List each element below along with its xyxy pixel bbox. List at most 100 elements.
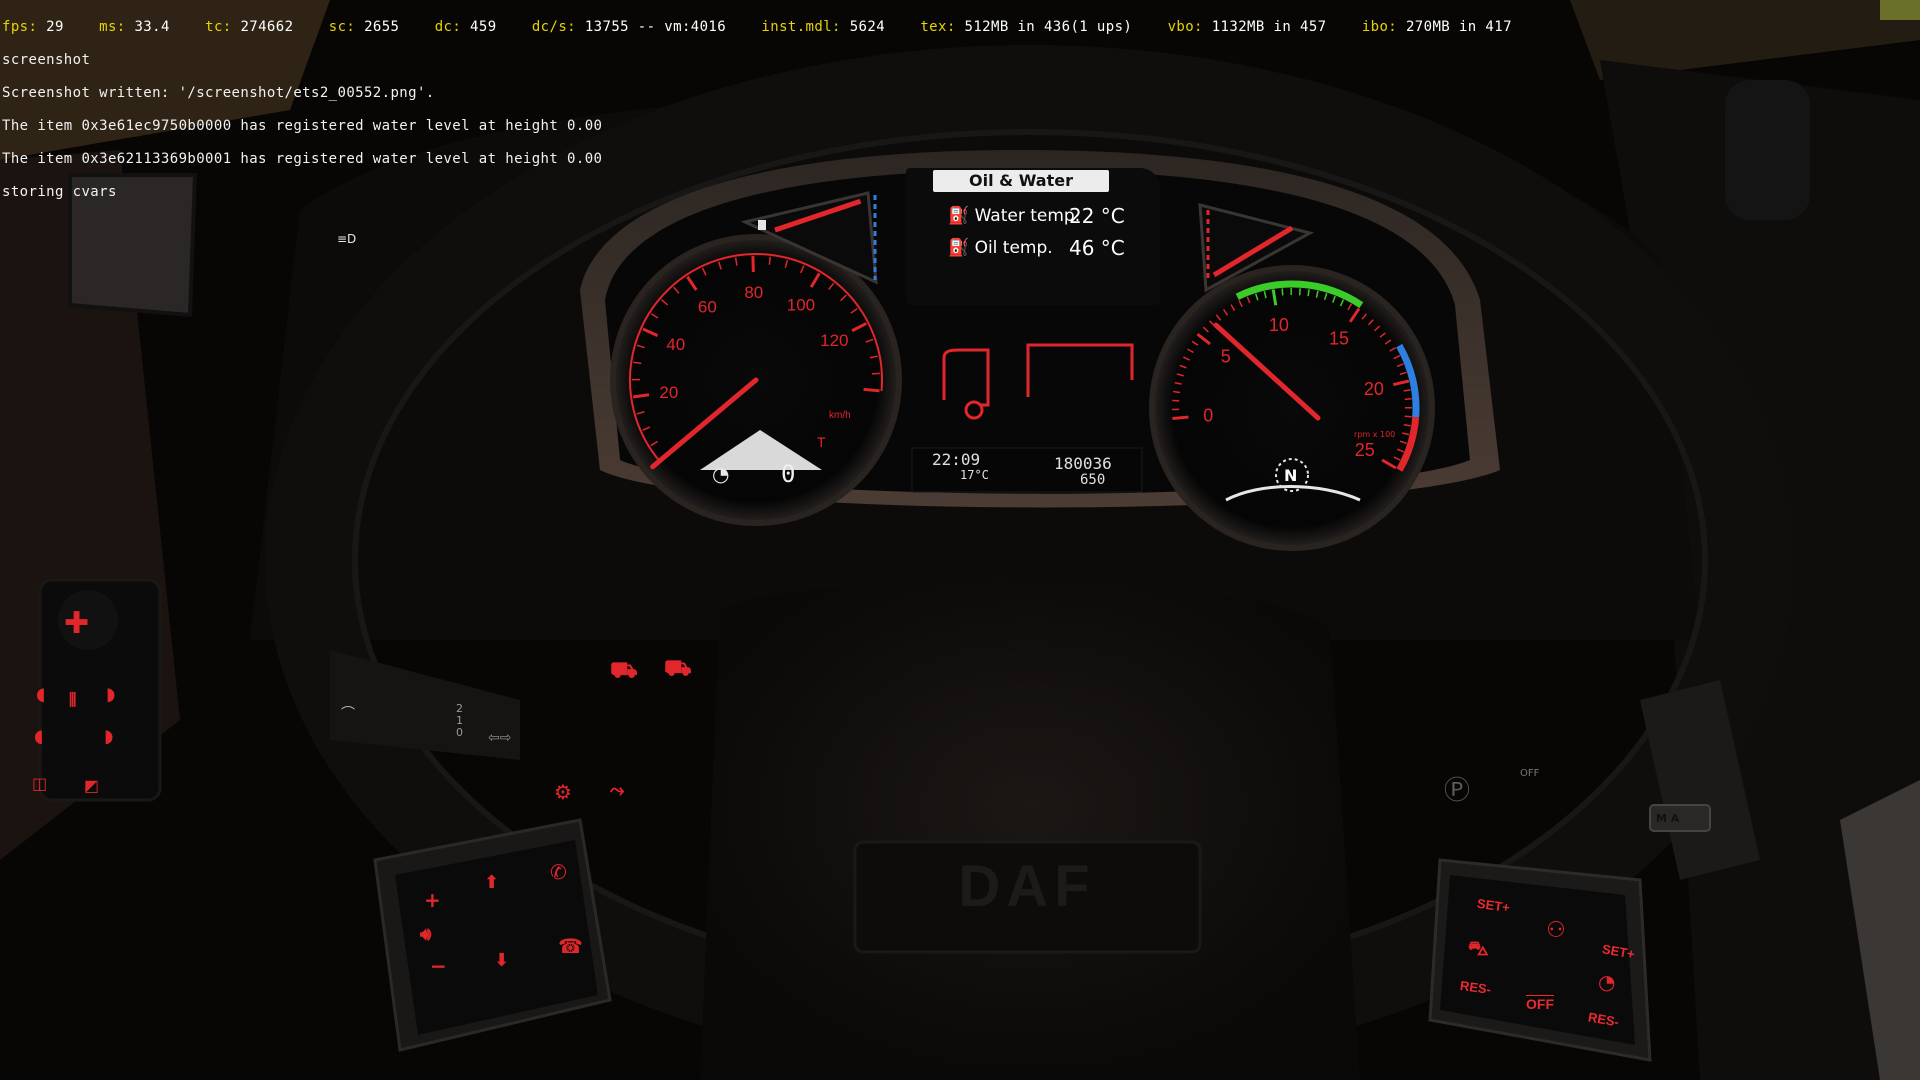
volume-speaker-icon[interactable]: 🔊︎ [420,924,431,945]
lcd-tab-title: Oil & Water [933,170,1109,192]
rpm-tick [1403,423,1411,427]
stat-value: 13755 -- vm:4016 [584,19,762,35]
stat-label: ms: [99,19,135,35]
cruise-driver-icon[interactable]: ⚇ [1546,918,1566,943]
rpm-tick [1281,288,1284,296]
stat-value: 33.4 [134,19,206,35]
tachometer: 0 5 10 15 20 25 [1149,265,1435,551]
rpm-tick [1172,415,1189,420]
mirror-adjust-icon[interactable]: ✚ [64,606,89,641]
retarder-mode-label: M A [1656,812,1680,825]
oil-temp-value: 46 °C [1069,236,1125,260]
diff-lock-icon[interactable]: ⚙ [554,780,572,804]
fuel-pump-icon [758,220,766,230]
stat-value: 29 [46,19,100,35]
stat-value: 270MB in 417 [1405,19,1512,35]
debug-stats-line: fps: 29 ms: 33.4 tc: 274662 sc: 2655 dc:… [2,19,1918,35]
speed-tick-label: 100 [787,295,815,314]
retarder-off-label: OFF [1520,768,1540,779]
trailer-icon[interactable]: ⛟ [610,658,638,686]
parking-brake-icon[interactable]: Ⓟ [1444,770,1470,807]
stat-value: 5624 [849,19,921,35]
rpm-tick-label: 15 [1329,328,1349,348]
stat-label: tex: [920,19,965,35]
stat-value: 274662 [240,19,329,35]
oil-temp-label: Oil temp. [974,238,1053,258]
rpm-tick [1403,389,1411,392]
rpm-tick-label: 0 [1203,405,1213,425]
arrow-up-button[interactable]: ⬆ [484,872,499,893]
axle-icon[interactable]: ⤳ [610,780,624,801]
speedometer: 20 40 60 80 100 120 km/h [610,234,902,526]
rpm-tick-label: 20 [1364,379,1384,399]
speed-tick [863,387,880,393]
rpm-tick-label: 10 [1269,315,1289,335]
volume-up-button[interactable]: + [424,888,441,912]
call-end-icon[interactable]: ☎ [558,934,583,958]
rpm-tick-label: 25 [1355,440,1375,460]
rpm-tick [1173,390,1181,394]
cruise-off-button[interactable]: OFF [1526,996,1554,1012]
retarder-letter: T [817,434,826,450]
trip-readout: 650 [1080,472,1106,488]
airbag-hub [700,582,1360,1080]
speed-tick [768,256,772,265]
water-temp-row: ⛽ Water temp. [948,206,1080,226]
console-line: screenshot [2,52,91,68]
speed-tick-label: 20 [659,383,678,402]
stat-value: 512MB in 436(1 ups) [964,19,1168,35]
mirror-fold-right-icon[interactable]: ◗ [104,726,113,747]
rpm-tick [1404,398,1412,401]
stat-label: sc: [328,19,365,35]
truck-lift-icon[interactable]: ⛟ [664,656,692,684]
stat-label: inst.mdl: [761,19,850,35]
stat-label: dc/s: [531,19,585,35]
speed-unit-label: km/h [829,410,851,421]
water-temp-label: Water temp. [974,206,1081,226]
mirror-fold-left-icon[interactable]: ◖ [34,726,43,747]
console-line: The item 0x3e62113369b0001 has registere… [2,151,603,167]
arrow-down-button[interactable]: ⬇ [494,950,509,971]
speed-tick-label: 120 [820,331,848,350]
wiper-speed-0: 0 [456,726,463,739]
call-accept-icon[interactable]: ✆ [550,860,567,884]
cruise-speed-icon[interactable]: ⛍ [1468,936,1489,963]
mirror-right-icon[interactable]: ◗ [106,684,115,705]
stat-label: fps: [2,19,47,35]
rpm-tick [1404,415,1412,418]
stat-value: 2655 [364,19,435,35]
stat-value: 1132MB in 457 [1211,19,1362,35]
stat-label: tc: [205,19,241,35]
heater-icon[interactable]: ⫼ [69,690,76,710]
clock-readout: 22:09 [932,450,981,469]
speed-tick-label: 80 [744,283,763,302]
rpm-unit-label: rpm x 100 [1354,430,1396,439]
outside-temp-readout: 17°C [960,468,989,482]
rpm-tick [1307,289,1310,297]
window-left-icon[interactable]: ◫ [32,774,47,793]
gear-digital-readout: 0 [781,460,796,488]
stat-label: vbo: [1167,19,1212,35]
oil-temp-row: ⛽ Oil temp. [948,238,1053,258]
daf-logo: DAF [958,854,1095,919]
speed-limiter-icon[interactable]: ◔ [1598,970,1615,994]
wiper-speed-labels: 2 1 0 [456,703,463,739]
volume-down-button[interactable]: − [430,954,447,978]
console-line: The item 0x3e61ec9750b0000 has registere… [2,118,603,134]
rpm-tick-label: 5 [1221,346,1231,366]
odometer-readout: 180036 [1054,454,1112,473]
stat-label: ibo: [1361,19,1406,35]
gear-indicator: N [1284,466,1298,485]
mirror-left-icon[interactable]: ◖ [36,684,45,705]
console-line: Screenshot written: '/screenshot/ets2_00… [2,85,435,101]
stat-label: dc: [434,19,471,35]
headlight-indicator-icon: ≡D [337,232,357,246]
stat-value: 459 [470,19,532,35]
speed-tick-label: 40 [666,335,685,354]
speed-tick-label: 60 [698,298,717,317]
wiper-icon: ⌒ [341,706,355,722]
water-temp-value: 22 °C [1069,204,1125,228]
cruise-gauge-icon: ◔ [712,462,730,486]
window-right-icon[interactable]: ◩ [84,776,99,795]
indicator-arrows-icon: ⇦⇨ [488,730,512,746]
